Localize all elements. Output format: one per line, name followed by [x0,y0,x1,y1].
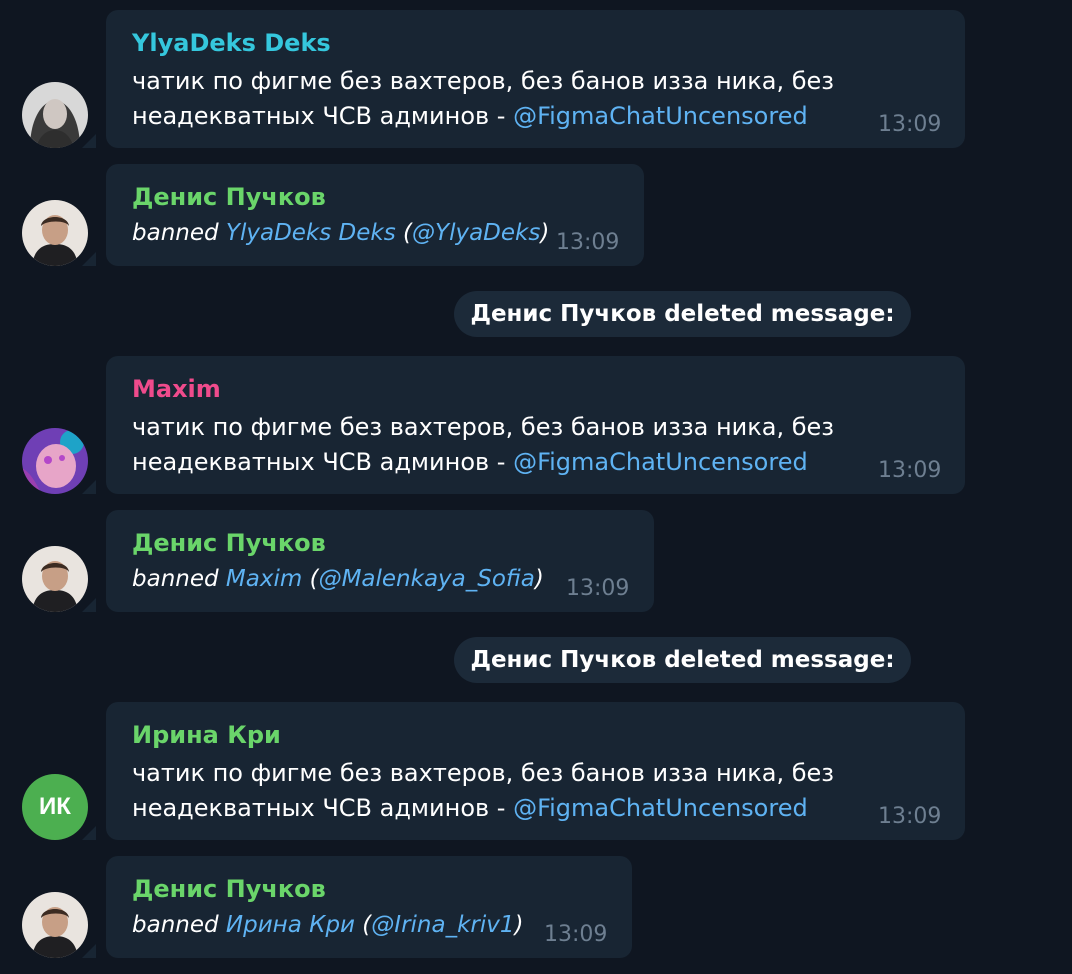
message-text: чатик по фигме без вахтеров, без банов и… [132,413,835,476]
message-text: чатик по фигме без вахтеров, без банов и… [132,67,835,130]
ban-notice: banned YlyaDeks Deks (@YlyaDeks) [132,220,550,246]
avatar[interactable] [22,82,88,148]
message-bubble[interactable]: Maxim чатик по фигме без вахтеров, без б… [106,356,965,494]
banned-user-link[interactable]: Ирина Кри [226,912,355,938]
chat-history: YlyaDeks Deks чатик по фигме без вахтеро… [0,0,1072,974]
bubble-tail [82,134,96,148]
avatar[interactable] [22,546,88,612]
avatar[interactable] [22,200,88,266]
message-bubble[interactable]: YlyaDeks Deks чатик по фигме без вахтеро… [106,10,965,148]
ban-notice: banned Ирина Кри (@Irina_kriv1) [132,912,524,938]
bubble-tail [82,598,96,612]
message-time: 13:09 [878,804,942,829]
bubble-tail [82,252,96,266]
bubble-tail [82,944,96,958]
channel-link[interactable]: @FigmaChatUncensored [513,794,808,822]
banned-user-handle[interactable]: @Malenkaya_Sofia [319,566,535,592]
message-bubble[interactable]: Денис Пучков banned Maxim (@Malenkaya_So… [106,510,654,612]
channel-link[interactable]: @FigmaChatUncensored [513,448,808,476]
message-bubble[interactable]: Денис Пучков banned Ирина Кри (@Irina_kr… [106,856,632,958]
sender-name[interactable]: Денис Пучков [132,528,326,558]
message-time: 13:09 [878,458,942,483]
ban-notice: banned Maxim (@Malenkaya_Sofia) [132,566,544,592]
banned-user-handle[interactable]: @YlyaDeks [412,220,540,246]
banned-user-handle[interactable]: @Irina_kriv1 [371,912,514,938]
sender-name[interactable]: YlyaDeks Deks [132,28,331,58]
message-bubble[interactable]: Ирина Кри чатик по фигме без вахтеров, б… [106,702,965,840]
message-time: 13:09 [878,112,942,137]
message-bubble[interactable]: Денис Пучков banned YlyaDeks Deks (@Ylya… [106,164,644,266]
sender-name[interactable]: Денис Пучков [132,182,326,212]
sender-name[interactable]: Денис Пучков [132,874,326,904]
banned-user-link[interactable]: YlyaDeks Deks [226,220,396,246]
service-message: Денис Пучков deleted message: [454,637,911,683]
sender-name[interactable]: Maxim [132,374,221,404]
message-text: чатик по фигме без вахтеров, без банов и… [132,759,835,822]
avatar[interactable]: ИК [22,774,88,840]
bubble-tail [82,826,96,840]
banned-user-link[interactable]: Maxim [226,566,302,592]
message-time: 13:09 [556,230,620,255]
message-time: 13:09 [566,576,630,601]
sender-name[interactable]: Ирина Кри [132,720,281,750]
service-message: Денис Пучков deleted message: [454,291,911,337]
bubble-tail [82,480,96,494]
avatar[interactable] [22,428,88,494]
message-time: 13:09 [544,922,608,947]
avatar[interactable] [22,892,88,958]
channel-link[interactable]: @FigmaChatUncensored [513,102,808,130]
